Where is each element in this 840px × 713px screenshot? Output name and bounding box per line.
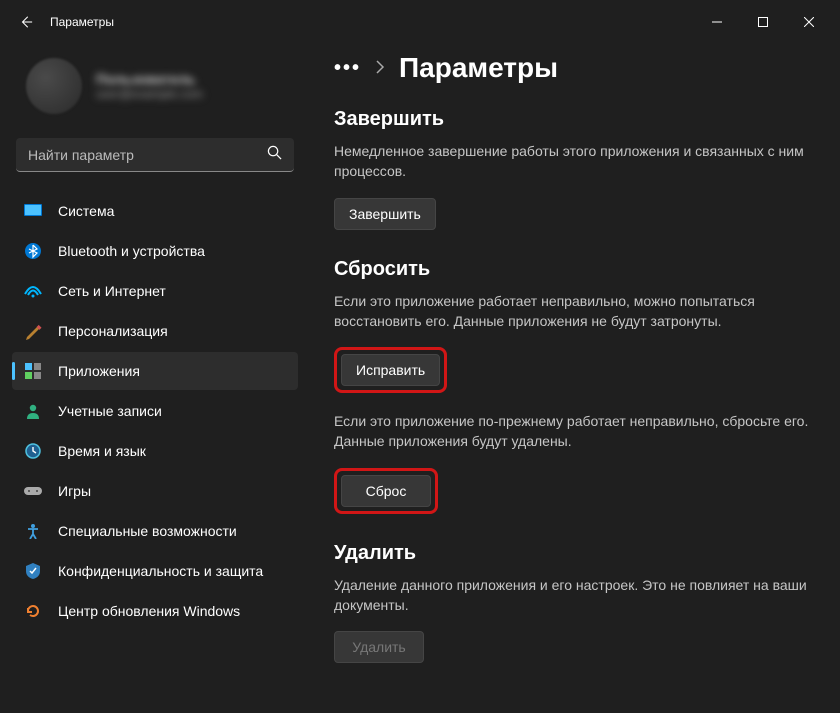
accessibility-icon <box>24 522 42 540</box>
search-icon <box>267 145 282 165</box>
sidebar-item-apps[interactable]: Приложения <box>12 352 298 390</box>
sidebar-item-label: Персонализация <box>58 323 168 339</box>
sidebar-item-label: Центр обновления Windows <box>58 603 240 619</box>
uninstall-description: Удаление данного приложения и его настро… <box>334 575 810 616</box>
sidebar-item-accessibility[interactable]: Специальные возможности <box>12 512 298 550</box>
section-reset: Сбросить Если это приложение работает не… <box>334 258 810 514</box>
sidebar-item-personalization[interactable]: Персонализация <box>12 312 298 350</box>
minimize-button[interactable] <box>694 6 740 38</box>
terminate-heading: Завершить <box>334 108 810 131</box>
terminate-button[interactable]: Завершить <box>334 198 436 230</box>
privacy-icon <box>24 562 42 580</box>
sidebar-item-label: Игры <box>58 483 91 499</box>
repair-highlight: Исправить <box>334 347 447 393</box>
update-icon <box>24 602 42 620</box>
sidebar-item-label: Время и язык <box>58 443 146 459</box>
system-icon <box>24 202 42 220</box>
back-button[interactable] <box>8 4 44 40</box>
chevron-right-icon <box>375 58 385 79</box>
sidebar-item-gaming[interactable]: Игры <box>12 472 298 510</box>
time-icon <box>24 442 42 460</box>
sidebar-item-label: Сеть и Интернет <box>58 283 166 299</box>
gaming-icon <box>24 482 42 500</box>
repair-description: Если это приложение работает неправильно… <box>334 291 810 332</box>
section-uninstall: Удалить Удаление данного приложения и ег… <box>334 542 810 664</box>
reset-description: Если это приложение по-прежнему работает… <box>334 411 810 452</box>
sidebar-item-label: Учетные записи <box>58 403 162 419</box>
sidebar-item-label: Приложения <box>58 363 140 379</box>
sidebar-item-label: Система <box>58 203 114 219</box>
sidebar-item-label: Bluetooth и устройства <box>58 243 205 259</box>
sidebar-item-system[interactable]: Система <box>12 192 298 230</box>
user-name: Пользователь <box>96 71 203 87</box>
breadcrumb: ••• Параметры <box>334 52 810 84</box>
sidebar-item-label: Специальные возможности <box>58 523 237 539</box>
sidebar-item-update[interactable]: Центр обновления Windows <box>12 592 298 630</box>
network-icon <box>24 282 42 300</box>
sidebar-item-accounts[interactable]: Учетные записи <box>12 392 298 430</box>
uninstall-button[interactable]: Удалить <box>334 631 424 663</box>
bluetooth-icon <box>24 242 42 260</box>
apps-icon <box>24 362 42 380</box>
reset-heading: Сбросить <box>334 258 810 281</box>
search-box[interactable] <box>16 138 294 172</box>
terminate-description: Немедленное завершение работы этого прил… <box>334 141 810 182</box>
user-profile[interactable]: Пользователь user@example.com <box>12 44 298 138</box>
sidebar-item-network[interactable]: Сеть и Интернет <box>12 272 298 310</box>
search-input[interactable] <box>28 147 267 163</box>
uninstall-heading: Удалить <box>334 542 810 565</box>
sidebar-item-time[interactable]: Время и язык <box>12 432 298 470</box>
avatar <box>26 58 82 114</box>
window-title: Параметры <box>50 15 114 29</box>
breadcrumb-more-icon[interactable]: ••• <box>334 57 361 80</box>
repair-button[interactable]: Исправить <box>341 354 440 386</box>
reset-highlight: Сброс <box>334 468 438 514</box>
sidebar-item-privacy[interactable]: Конфиденциальность и защита <box>12 552 298 590</box>
section-terminate: Завершить Немедленное завершение работы … <box>334 108 810 230</box>
accounts-icon <box>24 402 42 420</box>
sidebar-item-bluetooth[interactable]: Bluetooth и устройства <box>12 232 298 270</box>
page-title: Параметры <box>399 52 558 84</box>
reset-button[interactable]: Сброс <box>341 475 431 507</box>
user-email: user@example.com <box>96 87 203 101</box>
sidebar-item-label: Конфиденциальность и защита <box>58 563 263 579</box>
close-button[interactable] <box>786 6 832 38</box>
maximize-button[interactable] <box>740 6 786 38</box>
personalize-icon <box>24 322 42 340</box>
